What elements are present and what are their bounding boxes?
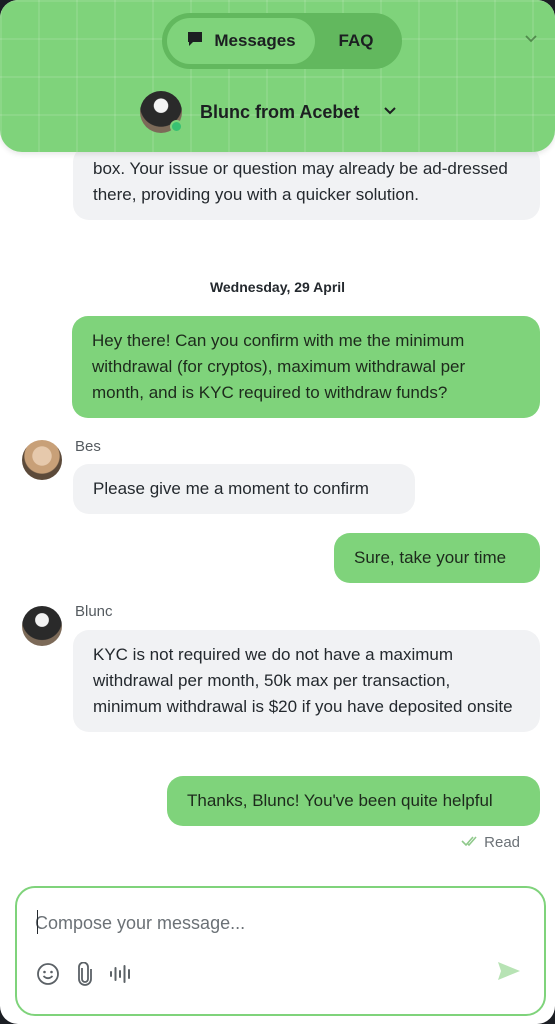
read-status-text: Read bbox=[484, 834, 520, 851]
tab-switcher: Messages FAQ bbox=[162, 13, 402, 69]
read-receipt: Read bbox=[461, 834, 520, 851]
avatar bbox=[22, 606, 62, 646]
message-bubble-incoming: KYC is not required we do not have a max… bbox=[73, 630, 540, 732]
emoji-button[interactable] bbox=[35, 962, 61, 991]
attach-button[interactable] bbox=[72, 961, 98, 991]
message-text: Hey there! Can you confirm with me the m… bbox=[92, 331, 466, 402]
message-bubble-incoming: box. Your issue or question may already … bbox=[73, 146, 540, 220]
emoji-icon bbox=[36, 962, 60, 991]
message-text: Sure, take your time bbox=[354, 548, 507, 567]
sender-name: Blunc bbox=[75, 603, 113, 620]
agent-selector[interactable]: Blunc from Acebet bbox=[140, 90, 397, 134]
message-composer bbox=[15, 886, 546, 1016]
chevron-down-icon bbox=[524, 31, 538, 49]
tab-label: FAQ bbox=[338, 31, 374, 50]
message-text: box. Your issue or question may already … bbox=[93, 159, 508, 204]
message-bubble-outgoing: Hey there! Can you confirm with me the m… bbox=[72, 316, 540, 418]
sender-name: Bes bbox=[75, 438, 101, 455]
message-bubble-outgoing: Thanks, Blunc! You've been quite helpful bbox=[167, 776, 540, 826]
collapse-button[interactable] bbox=[521, 30, 541, 50]
message-text: Please give me a moment to confirm bbox=[93, 479, 369, 498]
tab-messages[interactable]: Messages bbox=[167, 18, 315, 64]
avatar bbox=[22, 440, 62, 480]
online-status-dot bbox=[170, 120, 183, 133]
tab-faq[interactable]: FAQ bbox=[315, 18, 397, 64]
voice-button[interactable] bbox=[107, 963, 133, 989]
agent-title: Blunc from Acebet bbox=[200, 101, 360, 122]
send-icon bbox=[496, 960, 522, 987]
tab-label: Messages bbox=[214, 31, 296, 50]
double-check-icon bbox=[461, 834, 479, 851]
date-separator: Wednesday, 29 April bbox=[209, 279, 346, 295]
message-bubble-incoming: Please give me a moment to confirm bbox=[73, 464, 415, 514]
voice-waveform-icon bbox=[108, 963, 132, 990]
text-caret bbox=[37, 910, 38, 934]
message-text: Thanks, Blunc! You've been quite helpful bbox=[187, 791, 493, 810]
agent-dropdown-button[interactable] bbox=[383, 103, 397, 121]
chevron-down-icon bbox=[383, 103, 397, 121]
message-bubble-outgoing: Sure, take your time bbox=[334, 533, 540, 583]
paperclip-icon bbox=[74, 961, 96, 991]
message-input[interactable] bbox=[35, 908, 525, 938]
message-text: KYC is not required we do not have a max… bbox=[93, 645, 513, 716]
chat-widget: box. Your issue or question may already … bbox=[0, 0, 555, 1024]
send-button[interactable] bbox=[494, 958, 524, 988]
chat-header: Messages FAQ Blunc from Acebet bbox=[0, 0, 555, 152]
agent-avatar bbox=[140, 91, 183, 133]
chat-bubble-icon bbox=[186, 30, 204, 53]
